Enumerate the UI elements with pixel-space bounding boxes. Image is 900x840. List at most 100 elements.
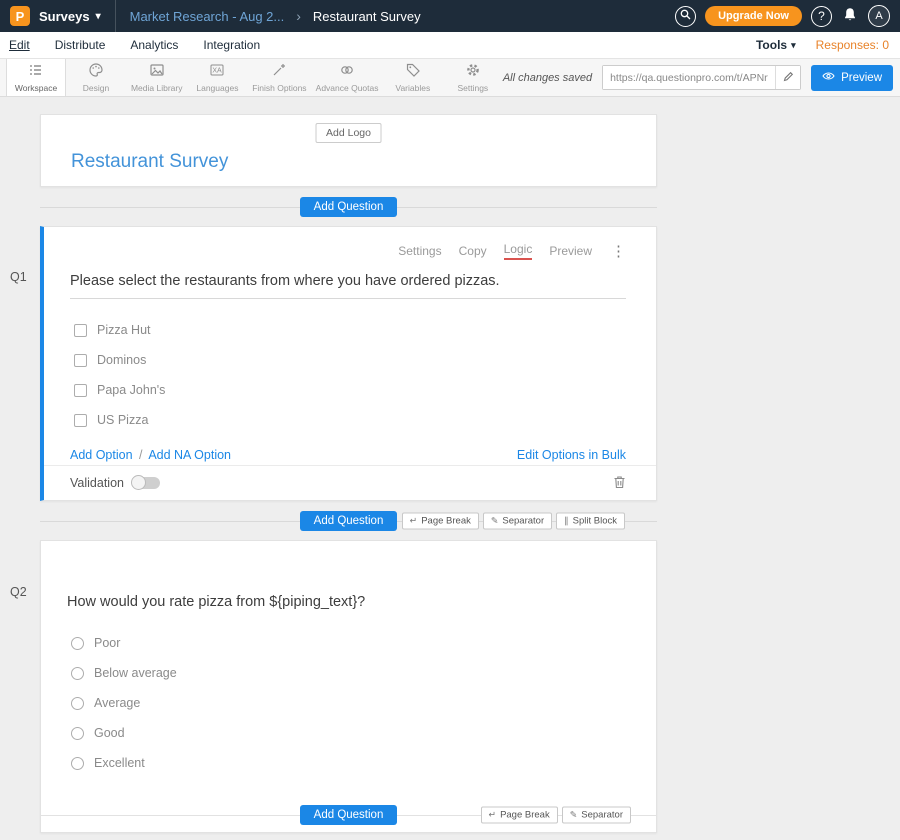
option-tools-row: Add Option / Add NA Option Edit Options …: [70, 448, 626, 462]
option-label[interactable]: Good: [94, 726, 125, 740]
option-label[interactable]: Papa John's: [97, 383, 165, 397]
svg-text:XA: XA: [213, 68, 223, 75]
question-text-q2[interactable]: How would you rate pizza from ${piping_t…: [67, 594, 626, 610]
survey-column: Add Logo Restaurant Survey Add Question …: [40, 114, 657, 833]
option-label[interactable]: Pizza Hut: [97, 323, 151, 337]
radio-icon[interactable]: [71, 667, 84, 680]
preview-button[interactable]: Preview: [811, 65, 893, 91]
question-text-q1[interactable]: Please select the restaurants from where…: [70, 273, 626, 299]
gear-icon: [465, 62, 481, 81]
edit-options-in-bulk-link[interactable]: Edit Options in Bulk: [517, 448, 626, 462]
option-label[interactable]: Below average: [94, 666, 177, 680]
caret-down-icon: ▾: [96, 11, 101, 22]
option-links: Add Option / Add NA Option: [70, 448, 231, 462]
separator-icon: ✎: [491, 515, 499, 526]
page-break-icon: ↵: [410, 515, 418, 526]
add-question-button[interactable]: Add Question: [300, 805, 398, 825]
question-settings-link[interactable]: Settings: [398, 244, 441, 258]
option-row: Pizza Hut: [74, 315, 656, 345]
validation-label: Validation: [70, 476, 124, 490]
option-label[interactable]: Excellent: [94, 756, 145, 770]
surveys-menu[interactable]: Surveys ▾: [39, 9, 101, 24]
question-mark-icon: ?: [818, 9, 825, 23]
checkbox-icon[interactable]: [74, 354, 87, 367]
add-question-row-1: Add Question: [40, 187, 657, 226]
split-block-button[interactable]: ∥ Split Block: [556, 512, 625, 529]
delete-question-button[interactable]: [613, 475, 626, 492]
responses-count[interactable]: Responses: 0: [816, 38, 889, 52]
upgrade-now-button[interactable]: Upgrade Now: [705, 6, 802, 26]
checkbox-icon[interactable]: [74, 384, 87, 397]
radio-icon[interactable]: [71, 637, 84, 650]
q2-question-wrap: How would you rate pizza from ${piping_t…: [41, 541, 656, 610]
notifications-button[interactable]: [841, 7, 859, 25]
separator-icon: ✎: [570, 810, 578, 821]
tab-integration[interactable]: Integration: [203, 38, 260, 52]
search-button[interactable]: [675, 6, 696, 27]
breadcrumb-parent[interactable]: Market Research - Aug 2...: [130, 9, 285, 24]
search-icon: [680, 9, 691, 23]
checkbox-icon[interactable]: [74, 414, 87, 427]
tab-analytics[interactable]: Analytics: [130, 38, 178, 52]
add-na-option-link[interactable]: Add NA Option: [148, 448, 231, 462]
links-separator: /: [139, 448, 142, 462]
toolbar-item-design[interactable]: Design: [66, 59, 126, 96]
split-block-icon: ∥: [564, 515, 569, 526]
question-preview-link[interactable]: Preview: [549, 244, 592, 258]
tools-menu[interactable]: Tools ▾: [756, 38, 796, 52]
toolbar-item-media-library[interactable]: Media Library: [126, 59, 187, 96]
chain-link-icon: [339, 62, 355, 81]
surveys-label: Surveys: [39, 9, 90, 24]
avatar[interactable]: A: [868, 5, 890, 27]
add-question-row-3: Add Question ↵ Page Break ✎ Separator: [41, 804, 656, 826]
page-break-label: Page Break: [421, 515, 471, 526]
toolbar-item-workspace[interactable]: Workspace: [6, 59, 66, 96]
radio-icon[interactable]: [71, 697, 84, 710]
option-row: Average: [71, 688, 656, 718]
separator-button[interactable]: ✎ Separator: [483, 512, 552, 529]
help-button[interactable]: ?: [811, 6, 832, 27]
option-label[interactable]: Dominos: [97, 353, 146, 367]
design-palette-icon: [88, 62, 104, 81]
toolbar-item-settings[interactable]: Settings: [443, 59, 503, 96]
toolbar-item-variables[interactable]: Variables: [383, 59, 443, 96]
survey-url-input[interactable]: [603, 66, 775, 89]
nav-tabs-bar: Edit Distribute Analytics Integration To…: [0, 32, 900, 58]
questionpro-logo[interactable]: P: [10, 6, 30, 26]
option-label[interactable]: Average: [94, 696, 140, 710]
page-break-button[interactable]: ↵ Page Break: [402, 512, 479, 529]
checkbox-icon[interactable]: [74, 324, 87, 337]
add-logo-button[interactable]: Add Logo: [315, 123, 382, 143]
toolbar-item-label: Media Library: [131, 83, 183, 93]
radio-icon[interactable]: [71, 727, 84, 740]
save-status: All changes saved: [503, 72, 592, 84]
toolbar-item-finish-options[interactable]: Finish Options: [247, 59, 311, 96]
breadcrumb-current: Restaurant Survey: [313, 9, 421, 24]
page-break-label: Page Break: [500, 810, 550, 821]
toolbar-item-advance-quotas[interactable]: Advance Quotas: [311, 59, 382, 96]
survey-title[interactable]: Restaurant Survey: [71, 151, 228, 173]
toolbar-item-languages[interactable]: XA Languages: [187, 59, 247, 96]
tab-distribute[interactable]: Distribute: [55, 38, 106, 52]
survey-header-card: Add Logo Restaurant Survey: [40, 114, 657, 187]
tab-edit[interactable]: Edit: [9, 38, 30, 52]
validation-toggle[interactable]: [133, 477, 160, 489]
page-break-button[interactable]: ↵ Page Break: [481, 807, 558, 824]
question-number-q1: Q1: [10, 270, 27, 284]
block-buttons: ↵ Page Break ✎ Separator ∥ Split Block: [402, 512, 625, 529]
add-question-button[interactable]: Add Question: [300, 197, 398, 217]
question-actions: Settings Copy Logic Preview ⋮: [44, 227, 656, 260]
option-label[interactable]: Poor: [94, 636, 120, 650]
question-copy-link[interactable]: Copy: [459, 244, 487, 258]
kebab-menu-icon[interactable]: ⋮: [611, 244, 626, 259]
edit-url-button[interactable]: [775, 66, 800, 89]
add-question-button[interactable]: Add Question: [300, 511, 398, 531]
add-option-link[interactable]: Add Option: [70, 448, 133, 462]
question-logic-link[interactable]: Logic: [504, 242, 533, 260]
toolbar-item-label: Finish Options: [252, 83, 306, 93]
option-row: Papa John's: [74, 375, 656, 405]
separator-button[interactable]: ✎ Separator: [562, 807, 631, 824]
option-label[interactable]: US Pizza: [97, 413, 148, 427]
radio-icon[interactable]: [71, 757, 84, 770]
workspace-icon: [28, 62, 44, 81]
